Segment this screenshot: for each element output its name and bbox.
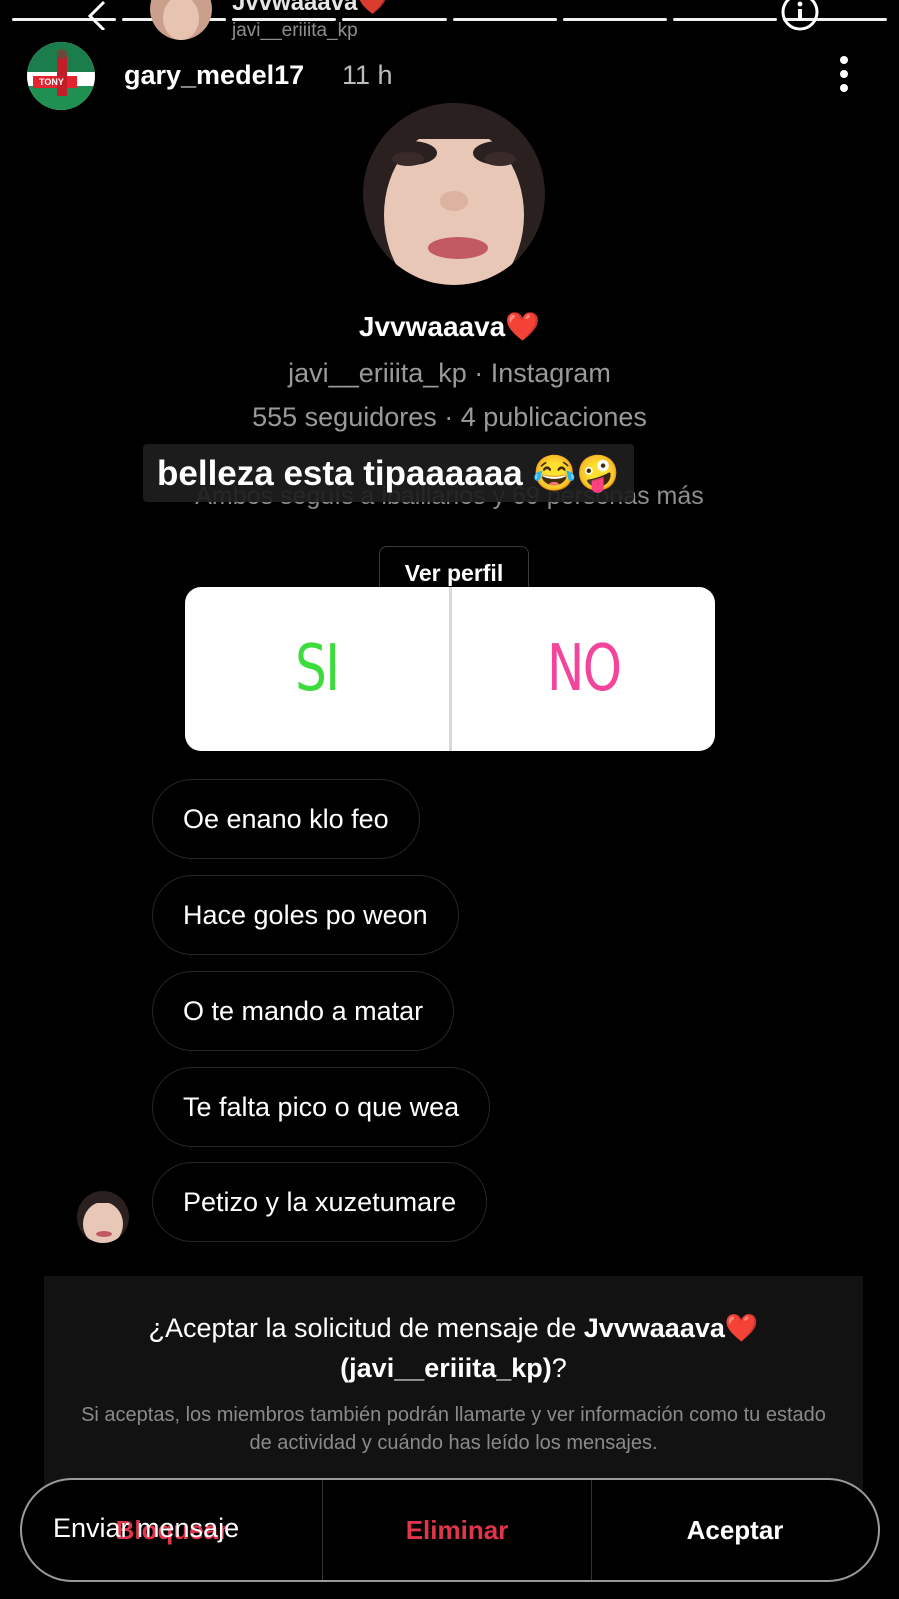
send-message-input[interactable]: Enviar mensaje [53, 1513, 239, 1544]
avatar-text: TONY [39, 77, 64, 87]
request-title-handle: (javi__eriiita_kp) [340, 1353, 552, 1383]
progress-segment [672, 18, 777, 21]
story-caption: belleza esta tipaaaaaa 😂🤪 [143, 444, 634, 502]
request-title-name: Jvvwaaava❤️ [583, 1313, 759, 1343]
story-timestamp: 11 h [342, 60, 393, 90]
back-arrow-icon[interactable] [82, 0, 112, 30]
profile-handle: javi__eriiita_kp · Instagram [288, 358, 611, 388]
profile-stats: 555 seguidores · 4 publicaciones [252, 402, 647, 432]
poll-option-no[interactable]: NO [480, 587, 686, 751]
poll-option-yes[interactable]: SI [214, 587, 420, 751]
request-title-prefix: ¿Aceptar la solicitud de mensaje de [148, 1313, 584, 1343]
message-request-panel: ¿Aceptar la solicitud de mensaje de Jvvw… [44, 1276, 863, 1490]
progress-segment [562, 18, 667, 21]
message-bubble[interactable]: Te falta pico o que wea [152, 1067, 491, 1147]
message-bubble[interactable]: Petizo y la xuzetumare [152, 1162, 488, 1242]
story-progress-bar [12, 18, 887, 21]
request-title: ¿Aceptar la solicitud de mensaje de Jvvw… [44, 1308, 863, 1388]
delete-button[interactable]: Eliminar [323, 1480, 591, 1580]
progress-segment [452, 18, 557, 21]
request-title-suffix: ? [551, 1353, 567, 1383]
message-bubble[interactable]: Hace goles po weon [152, 875, 459, 955]
message-bubble[interactable]: O te mando a matar [152, 971, 455, 1051]
request-subtitle: Si aceptas, los miembros también podrán … [81, 1404, 826, 1454]
poll-sticker: SI NO [185, 587, 715, 751]
sender-avatar[interactable] [77, 1191, 129, 1243]
dm-header-title: Jvvwaaava❤️ [232, 0, 388, 16]
story-user-avatar[interactable]: TONY [27, 42, 95, 110]
accept-button[interactable]: Aceptar [592, 1480, 878, 1580]
header-avatar [150, 0, 212, 40]
dm-header-subtitle: javi__eriiita_kp [232, 20, 358, 41]
info-icon[interactable] [780, 0, 820, 32]
message-bubble[interactable]: Oe enano klo feo [152, 779, 420, 859]
profile-picture[interactable] [363, 103, 545, 285]
profile-name: Jvvwaaava❤️ [358, 311, 541, 342]
poll-divider [448, 587, 452, 751]
story-username[interactable]: gary_medel17 [124, 60, 304, 91]
more-options-icon[interactable] [838, 55, 850, 95]
